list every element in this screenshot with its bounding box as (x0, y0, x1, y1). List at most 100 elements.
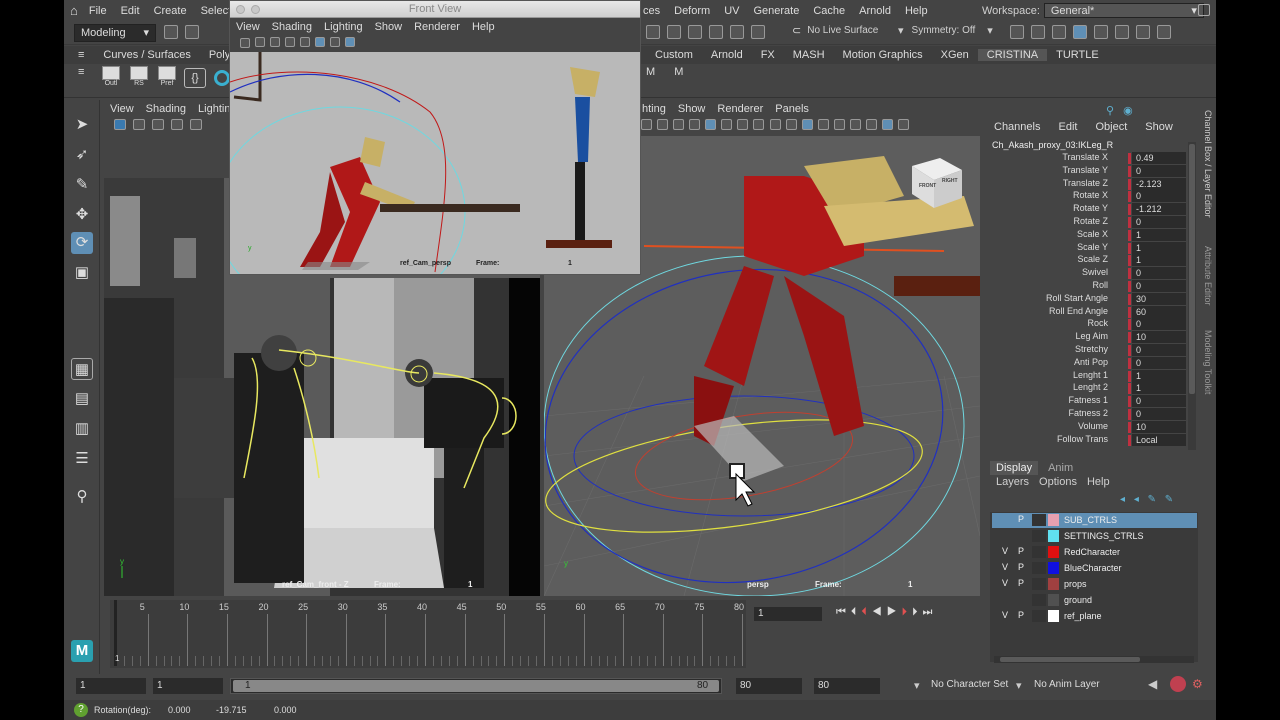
channel-row[interactable]: Rock 0 (986, 318, 1186, 331)
snap-vertex-icon[interactable] (751, 25, 766, 39)
motion-blur-icon[interactable] (849, 119, 861, 130)
tab-curves-surfaces[interactable]: Curves / Surfaces (94, 49, 199, 61)
script-editor-icon[interactable]: {} (184, 68, 206, 88)
menu-edit[interactable]: Edit (114, 5, 147, 17)
layer-display-type[interactable] (1032, 530, 1046, 542)
symmetry-dropdown[interactable]: ▾ Symmetry: Off ▾ (898, 24, 993, 37)
scene-start-field[interactable]: 1 (76, 678, 146, 694)
side-tab-attribute-editor[interactable]: Attribute Editor (1203, 246, 1213, 306)
rotate-tool-icon[interactable]: ⟳ (71, 232, 93, 254)
tab-display[interactable]: Display (990, 461, 1039, 475)
fv-xray-icon[interactable] (345, 37, 356, 48)
step-back-icon[interactable]: ⏴ (851, 606, 862, 618)
channel-row[interactable]: Follow Trans Local (986, 433, 1186, 447)
auto-key-icon[interactable] (1170, 676, 1186, 692)
menu-cache[interactable]: Cache (806, 5, 852, 17)
grid-toggle-icon[interactable] (190, 118, 203, 130)
fv-menu-renderer[interactable]: Renderer (408, 21, 466, 33)
layer-color-swatch[interactable] (1048, 578, 1059, 590)
xray-joints-icon[interactable] (817, 119, 829, 130)
outliner-shelf-button[interactable]: Outl (100, 66, 122, 94)
layer-menu-options[interactable]: Options (1039, 476, 1077, 488)
range-slider[interactable]: 1 80 (230, 678, 722, 694)
channel-box-toggle-icon[interactable] (1073, 25, 1088, 39)
layer-visibility-toggle[interactable]: V (998, 578, 1012, 590)
channel-value[interactable]: -2.123 (1132, 177, 1186, 190)
tab-xgen[interactable]: XGen (932, 49, 978, 61)
camera-attr-icon[interactable] (133, 118, 146, 130)
sound-icon[interactable]: ◀ (1148, 677, 1157, 691)
channel-value[interactable]: 0 (1132, 356, 1186, 369)
chevron-down-icon[interactable]: ▾ (914, 679, 920, 692)
layer-color-swatch[interactable] (1048, 562, 1059, 574)
persp-menu-show[interactable]: Show (672, 103, 712, 115)
tool-settings-icon[interactable] (1052, 25, 1067, 39)
layer-playback-toggle[interactable]: P (1014, 562, 1028, 574)
range-slider-handle[interactable] (233, 680, 719, 692)
render-settings-icon[interactable] (1157, 25, 1172, 39)
channel-row[interactable]: Lenght 2 1 (986, 382, 1186, 395)
layer-visibility-toggle[interactable]: V (998, 610, 1012, 622)
channel-row[interactable]: Roll Start Angle 30 (986, 292, 1186, 306)
channel-row[interactable]: Fatness 2 0 (986, 408, 1186, 421)
layer-display-type[interactable] (1032, 562, 1046, 574)
layer-row[interactable]: ground (992, 593, 1197, 608)
playback-end-field[interactable]: 80 (736, 678, 802, 694)
play-forward-icon[interactable]: ▶ (887, 606, 902, 618)
channel-box-sync-icon[interactable]: ◉ (1123, 105, 1133, 117)
smooth-shade-icon[interactable] (657, 119, 669, 130)
modeling-toolkit-icon[interactable] (1115, 25, 1130, 39)
layer-display-type[interactable] (1032, 514, 1046, 526)
layer-visibility-toggle[interactable]: V (998, 562, 1012, 574)
layer-visibility-toggle[interactable] (998, 530, 1012, 542)
texture-icon[interactable] (673, 119, 685, 130)
go-to-end-icon[interactable]: ⏭ (923, 606, 938, 618)
shelf-m2-icon[interactable]: M (674, 66, 683, 78)
shelf-menu-icon[interactable]: ≡ (78, 49, 84, 61)
cb-menu-object[interactable]: Object (1089, 121, 1133, 133)
channel-value[interactable]: -1.212 (1132, 203, 1186, 216)
camera-select-icon[interactable] (114, 118, 126, 130)
playback-start-field[interactable]: 1 (153, 678, 223, 694)
cb-menu-show[interactable]: Show (1139, 121, 1179, 133)
layer-display-type[interactable] (1032, 578, 1046, 590)
move-tool-icon[interactable]: ✥ (71, 204, 93, 226)
ssao-icon[interactable] (833, 119, 845, 130)
menu-deform[interactable]: Deform (667, 5, 717, 17)
image-plane-icon[interactable] (171, 118, 184, 130)
layer-display-type[interactable] (1032, 610, 1046, 622)
cb-menu-channels[interactable]: Channels (988, 121, 1046, 133)
live-surface[interactable]: ⊂ No Live Surface (792, 24, 878, 37)
channel-row[interactable]: Roll End Angle 60 (986, 305, 1186, 319)
snap-surface-icon[interactable] (730, 25, 745, 39)
snap-view-icon[interactable] (709, 25, 724, 39)
front-view-titlebar[interactable]: Front View (230, 1, 640, 18)
lasso-tool-icon[interactable]: ➶ (71, 144, 93, 166)
channel-row[interactable]: Roll 0 (986, 280, 1186, 293)
fv-menu-shading[interactable]: Shading (266, 21, 318, 33)
fv-grid-icon[interactable] (285, 37, 296, 48)
layer-display-type[interactable] (1032, 546, 1046, 558)
channel-value[interactable]: 10 (1132, 420, 1186, 433)
maya-home-icon[interactable]: M (71, 640, 93, 662)
shelf-options-icon[interactable]: ≡ (78, 66, 84, 78)
move-layer-down-icon[interactable]: ◂ (1134, 494, 1139, 505)
search-icon[interactable]: ⚲ (71, 486, 93, 508)
channel-row[interactable]: Volume 10 (986, 420, 1186, 434)
channel-value[interactable]: 0 (1132, 216, 1186, 228)
playback-prefs-icon[interactable]: ⚙ (1192, 677, 1203, 691)
layer-playback-toggle[interactable]: P (1014, 546, 1028, 558)
tab-arnold[interactable]: Arnold (702, 49, 752, 61)
channel-value[interactable]: 1 (1132, 254, 1186, 267)
fv-menu-view[interactable]: View (230, 21, 266, 33)
layer-row[interactable]: V Pprops (992, 577, 1197, 592)
wireframe-icon[interactable] (641, 119, 652, 130)
go-to-start-icon[interactable]: ⏮ (836, 606, 851, 618)
channel-box-pin-icon[interactable]: ⚲ (1106, 105, 1114, 117)
layout-icon[interactable] (1094, 25, 1109, 39)
anim-layer-label[interactable]: No Anim Layer (1034, 679, 1100, 690)
fv-image-plane-icon[interactable] (270, 37, 281, 48)
window-minimize-icon[interactable] (251, 5, 260, 14)
channel-value[interactable]: 0 (1132, 267, 1186, 280)
tab-cristina[interactable]: CRISTINA (977, 49, 1048, 61)
